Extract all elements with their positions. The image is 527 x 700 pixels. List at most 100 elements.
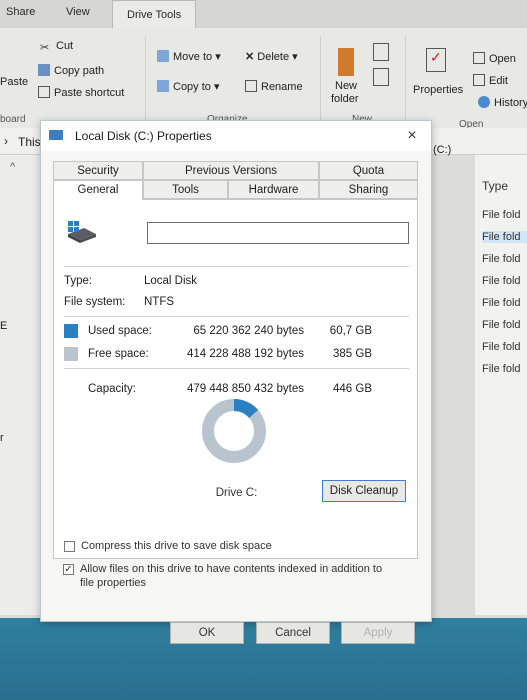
move-to-button[interactable]: Move to ▾ [157,50,221,63]
delete-x-icon: ✕ [245,51,258,63]
used-space-bytes: 65 220 362 240 bytes [193,325,304,337]
ribbon-tab-bar: Share View Drive Tools [0,0,527,29]
capacity-bytes: 479 448 850 432 bytes [186,383,304,395]
open-button[interactable]: Open [473,52,516,65]
copy-path-icon [38,64,50,76]
edit-button[interactable]: Edit [473,74,508,87]
tab-sharing[interactable]: Sharing [319,180,418,199]
ok-button[interactable]: OK [170,622,244,644]
rename-icon [245,80,257,92]
scissors-icon: ✂ [40,42,50,54]
copy-path-label: Copy path [54,65,105,77]
clipboard-group-label: board [0,114,26,125]
history-label: History [494,97,527,109]
history-button[interactable]: History [478,96,527,109]
volume-name-input[interactable] [147,222,409,244]
rename-label: Rename [261,81,303,93]
file-system-label: File system: [64,296,126,308]
list-item[interactable]: File fold [482,209,521,221]
apply-button[interactable]: Apply [341,622,415,644]
cancel-button[interactable]: Cancel [256,622,330,644]
divider [64,266,409,267]
new-folder-icon [338,48,354,76]
copy-to-icon [157,80,169,92]
nav-pane-text: E [0,320,8,332]
used-space-swatch [64,324,78,338]
index-checkbox[interactable]: ✓ [63,564,74,575]
ribbon-separator [145,36,146,122]
paste-shortcut-label: Paste shortcut [54,87,125,99]
usage-donut-chart [202,399,266,463]
capacity-label: Capacity: [88,383,136,395]
properties-icon: ✓ [426,48,446,72]
ribbon-separator [320,36,321,122]
list-item[interactable]: File fold [482,319,521,331]
cut-button[interactable]: ✂ Cut [40,40,73,54]
new-folder-label-2: folder [331,93,359,105]
tab-hardware[interactable]: Hardware [228,180,319,199]
disk-cleanup-button[interactable]: Disk Cleanup [322,480,406,502]
free-space-swatch [64,347,78,361]
tab-share[interactable]: Share [6,6,35,18]
delete-label: Delete [257,51,290,63]
capacity-gb: 446 GB [333,383,372,395]
divider [64,316,409,317]
paste-shortcut-button[interactable]: Paste shortcut [38,86,124,99]
new-item-icon [373,43,389,61]
hard-drive-icon [68,221,96,243]
new-folder-button[interactable]: New [335,80,357,92]
used-space-gb: 60,7 GB [329,325,372,337]
divider [64,368,409,369]
rename-button[interactable]: Rename [245,80,303,93]
copy-path-button[interactable]: Copy path [38,64,104,77]
edit-label: Edit [489,75,508,87]
file-system-value: NTFS [144,296,175,308]
easy-access-icon [373,68,389,86]
move-to-icon [157,50,169,62]
tab-control: Security Previous Versions Quota General… [53,161,418,589]
tab-security[interactable]: Security [53,161,143,180]
type-column-header[interactable]: Type [482,179,508,193]
compress-checkbox[interactable] [64,541,75,552]
tab-quota[interactable]: Quota [319,161,418,180]
used-space-label: Used space: [88,325,152,337]
index-label-line2: file properties [80,577,147,589]
breadcrumb-this-pc[interactable]: This [18,135,41,149]
edit-icon [473,74,485,86]
tab-previous-versions[interactable]: Previous Versions [143,161,319,180]
ribbon: Paste ✂ Cut Copy path Paste shortcut boar… [0,28,527,130]
properties-dialog: Local Disk (C:) Properties × Security Pr… [40,120,432,644]
tab-tools[interactable]: Tools [143,180,228,199]
index-label-line1: Allow files on this drive to have conten… [80,563,383,575]
list-item[interactable]: File fold [482,253,521,265]
history-icon [478,96,490,108]
paste-shortcut-icon [38,86,50,98]
tab-general[interactable]: General [53,180,143,200]
properties-button[interactable]: Properties [413,84,463,96]
nav-chevron-icon[interactable]: › [4,134,8,148]
type-value: Local Disk [144,275,198,287]
open-icon [473,52,485,64]
close-button[interactable]: × [393,121,431,151]
list-item[interactable]: File fold [482,363,521,375]
delete-button[interactable]: ✕ Delete ▾ [245,50,298,63]
move-to-label: Move to [173,51,213,63]
type-label: Type: [64,275,93,287]
copy-to-button[interactable]: Copy to ▾ [157,80,220,93]
tab-view[interactable]: View [66,6,90,18]
list-item[interactable]: File fold [482,297,521,309]
free-space-label: Free space: [88,348,149,360]
free-space-gb: 385 GB [333,348,372,360]
dialog-titlebar[interactable]: Local Disk (C:) Properties × [41,121,431,151]
collapse-arrow-icon[interactable]: ^ [10,161,15,173]
tab-drive-tools[interactable]: Drive Tools [112,0,197,28]
paste-button[interactable]: Paste [0,76,28,88]
open-label: Open [489,53,516,65]
list-item[interactable]: File fold [482,341,521,353]
navigation-pane: ^ E r [0,155,41,615]
breadcrumb-drive[interactable]: (C:) [433,144,451,156]
list-item[interactable]: File fold [482,275,521,287]
ribbon-separator [405,36,406,122]
file-list: Type File fold File fold File fold File … [475,155,527,615]
list-item[interactable]: File fold [482,231,527,243]
